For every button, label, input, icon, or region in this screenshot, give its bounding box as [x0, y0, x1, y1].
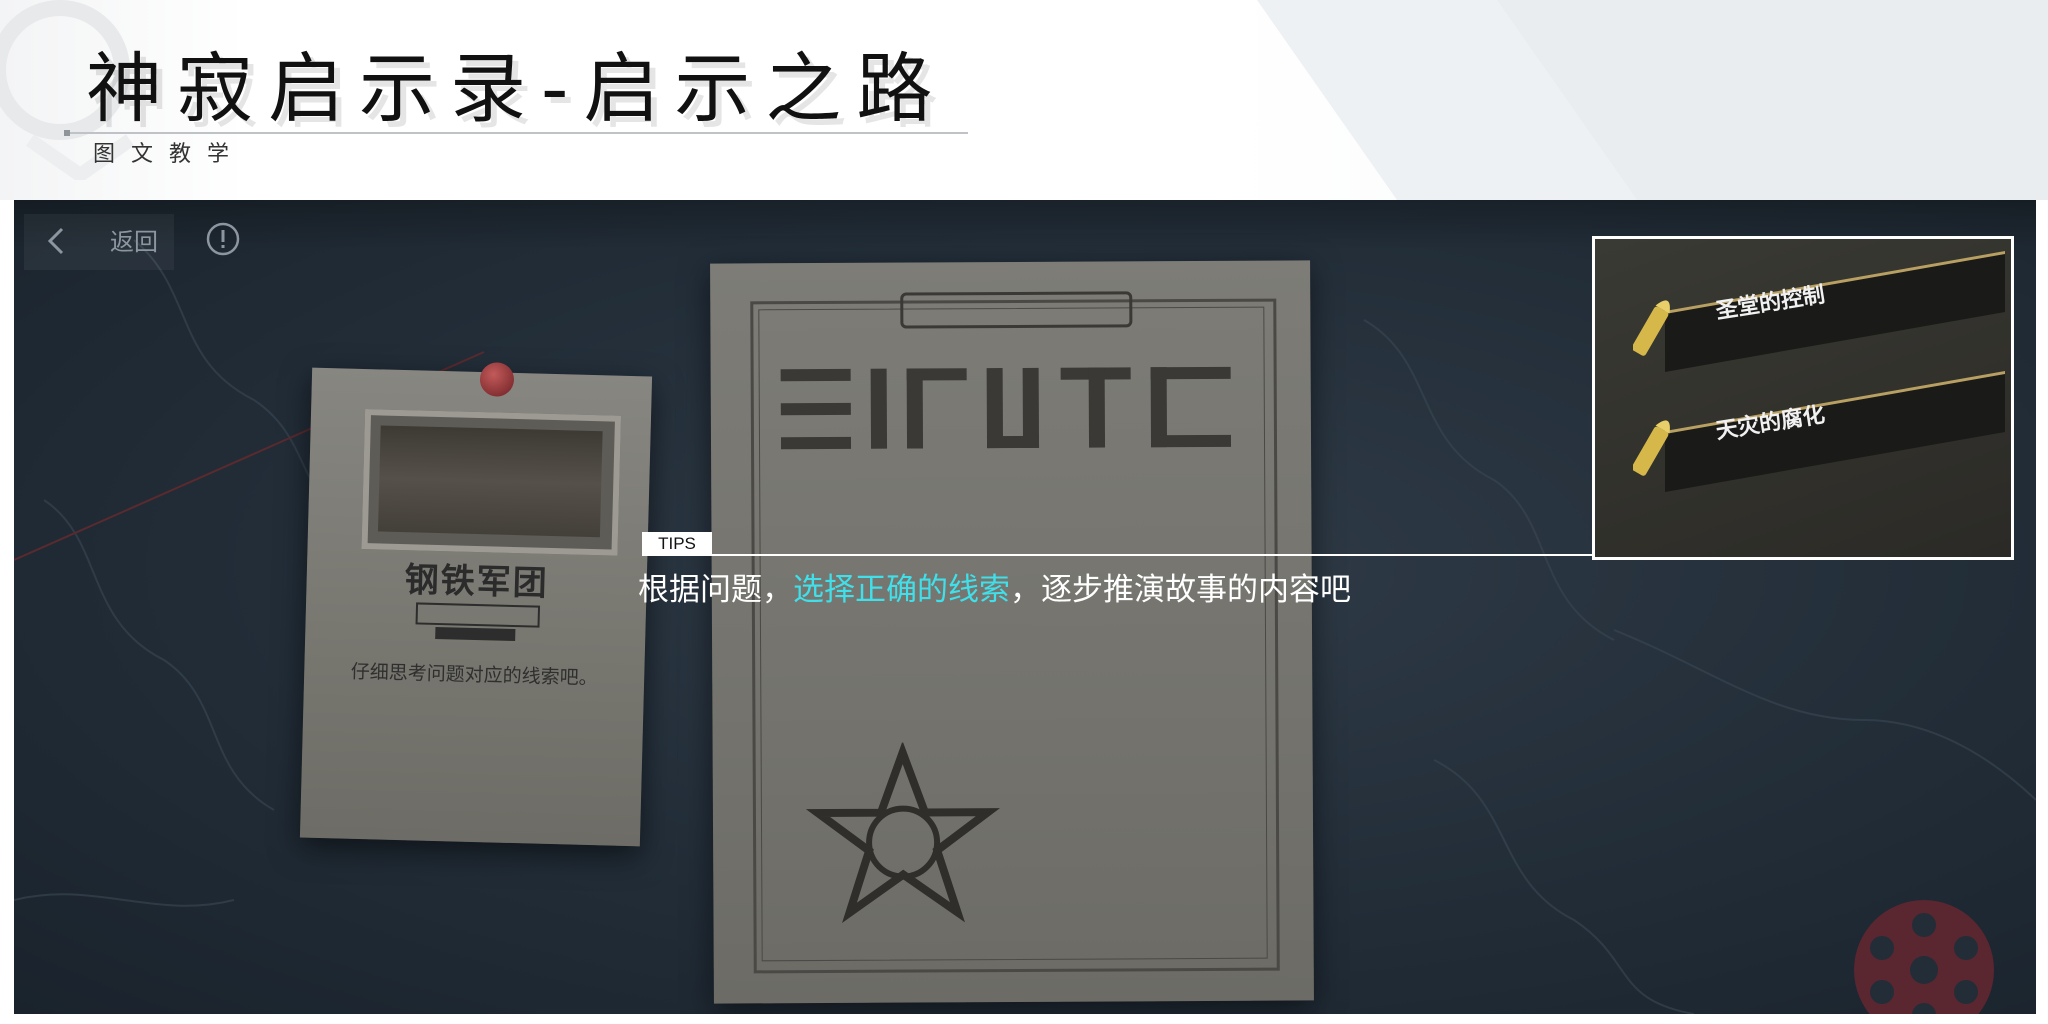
back-button[interactable]: 返回: [24, 214, 174, 270]
pin-icon: [479, 362, 515, 397]
tips-tag: TIPS: [642, 532, 712, 556]
note-photo-image: [377, 425, 603, 538]
info-icon[interactable]: [206, 222, 240, 256]
newspaper-banner: [900, 291, 1133, 329]
tips-text-after: ，逐步推演故事的内容吧: [1010, 572, 1351, 608]
tips-text: 根据问题，选择正确的线索，逐步推演故事的内容吧: [638, 568, 1351, 612]
tips-text-highlight: 选择正确的线索: [793, 572, 1010, 608]
page-subtitle: 图文教学: [93, 142, 246, 167]
clue-note-card[interactable]: 钢铁军团 仔细思考问题对应的线索吧。: [299, 362, 653, 847]
faction-logo: 钢铁军团: [404, 560, 550, 604]
clue-selection-panel: 圣堂的控制 天灾的腐化: [1592, 236, 2014, 560]
newspaper-page: [710, 260, 1314, 1004]
faction-logo-bar: [435, 626, 516, 642]
clue-item[interactable]: 圣堂的控制: [1595, 249, 2011, 372]
sheriff-badge-icon: [805, 742, 1000, 924]
note-photo: [361, 409, 622, 556]
page-title: 神寂启示录-启示之路: [86, 44, 948, 133]
back-arrow-icon: [47, 227, 64, 255]
tips-text-before: 根据问题，: [638, 572, 793, 608]
newspaper-masthead: [780, 366, 1232, 450]
tips-divider: [642, 554, 1594, 556]
clue-item[interactable]: 天灾的腐化: [1595, 369, 2011, 492]
title-underline-dot: [64, 130, 70, 136]
gear-icon: [1854, 900, 1994, 1014]
bullet-icon: [1633, 300, 1670, 356]
back-label: 返回: [110, 228, 158, 256]
title-underline: [64, 132, 968, 134]
game-screenshot: 返回 钢铁军团 仔细思考问题对应的线索吧。 圣堂的控制 天灾的腐化 TIPS 根…: [14, 200, 2036, 1014]
bullet-icon: [1633, 420, 1670, 476]
faction-logo-ribbon: [415, 602, 541, 628]
note-hint-text: 仔细思考问题对应的线索吧。: [350, 660, 598, 690]
